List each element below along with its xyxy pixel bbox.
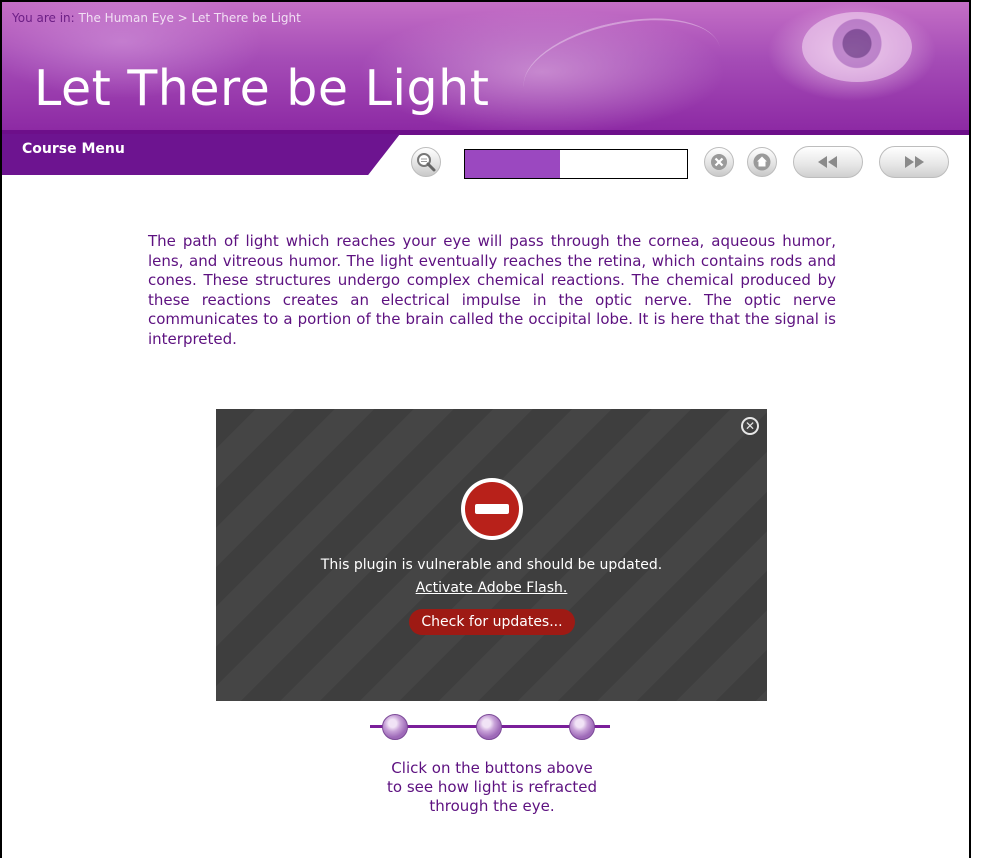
light-swoosh-decoration xyxy=(514,2,730,134)
caption-line-2: to see how light is refracted xyxy=(387,778,597,796)
instruction-caption: Click on the buttons above to see how li… xyxy=(362,759,622,816)
next-button[interactable] xyxy=(879,146,949,178)
header-banner: You are in: The Human Eye > Let There be… xyxy=(2,2,969,134)
step-button-1[interactable] xyxy=(382,714,408,740)
eye-image xyxy=(802,12,912,82)
progress-fill xyxy=(465,150,561,178)
close-icon xyxy=(711,154,727,170)
search-icon xyxy=(417,153,436,172)
breadcrumb-path[interactable]: The Human Eye > Let There be Light xyxy=(79,11,301,25)
activate-flash-link[interactable]: Activate Adobe Flash. xyxy=(216,580,767,596)
search-button[interactable] xyxy=(411,147,441,177)
caption-line-3: through the eye. xyxy=(429,797,555,815)
lesson-paragraph: The path of light which reaches your eye… xyxy=(148,232,836,348)
breadcrumb-prefix: You are in: xyxy=(12,11,75,25)
page-title: Let There be Light xyxy=(34,60,490,117)
check-updates-button[interactable]: Check for updates... xyxy=(409,609,575,635)
step-button-2[interactable] xyxy=(476,714,502,740)
breadcrumb: You are in: The Human Eye > Let There be… xyxy=(12,11,301,25)
exit-button[interactable] xyxy=(704,147,734,177)
flash-plugin-placeholder: ✕ This plugin is vulnerable and should b… xyxy=(216,409,767,701)
plugin-warning-text: This plugin is vulnerable and should be … xyxy=(320,557,663,573)
progress-bar xyxy=(464,149,688,179)
plugin-close-icon[interactable]: ✕ xyxy=(741,417,759,435)
forward-icon xyxy=(905,156,924,168)
course-page: You are in: The Human Eye > Let There be… xyxy=(0,0,971,858)
step-button-3[interactable] xyxy=(569,714,595,740)
course-menu-button[interactable]: Course Menu xyxy=(2,134,400,175)
rewind-icon xyxy=(818,156,837,168)
blocked-icon xyxy=(461,478,523,540)
home-button[interactable] xyxy=(747,147,777,177)
step-selector xyxy=(370,710,610,744)
home-icon xyxy=(753,153,771,171)
course-menu-label: Course Menu xyxy=(22,141,125,157)
back-button[interactable] xyxy=(793,146,863,178)
caption-line-1: Click on the buttons above xyxy=(391,759,593,777)
